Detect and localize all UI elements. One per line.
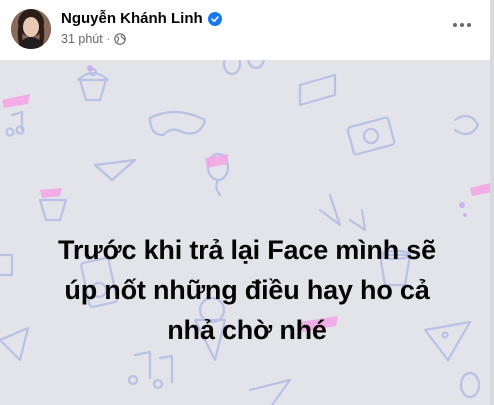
facebook-post-card: Nguyễn Khánh Linh 31 phút · Trước khi tr… [0,0,494,405]
verified-badge-icon [207,11,222,26]
post-text-line: Trước khi trả lại Face mình sẽ [58,235,436,265]
post-meta: 31 phút · [61,32,126,46]
scrollbar-track[interactable] [490,0,494,405]
author-avatar[interactable] [11,9,51,49]
post-background[interactable]: Trước khi trả lại Face mình sẽ úp nốt nh… [0,60,494,405]
globe-icon [114,33,126,45]
more-dot [453,23,457,27]
post-timestamp[interactable]: 31 phút [61,32,103,46]
post-text: Trước khi trả lại Face mình sẽ úp nốt nh… [20,230,474,350]
more-options-button[interactable] [447,13,477,37]
more-dot [460,23,464,27]
author-name[interactable]: Nguyễn Khánh Linh [61,10,203,27]
post-header: Nguyễn Khánh Linh 31 phút · [0,0,494,60]
post-text-line: úp nốt những điều hay ho cả [64,275,430,305]
author-row: Nguyễn Khánh Linh [61,10,222,27]
more-dot [467,23,471,27]
meta-separator: · [106,33,111,45]
post-text-line: nhả chờ nhé [167,315,327,345]
